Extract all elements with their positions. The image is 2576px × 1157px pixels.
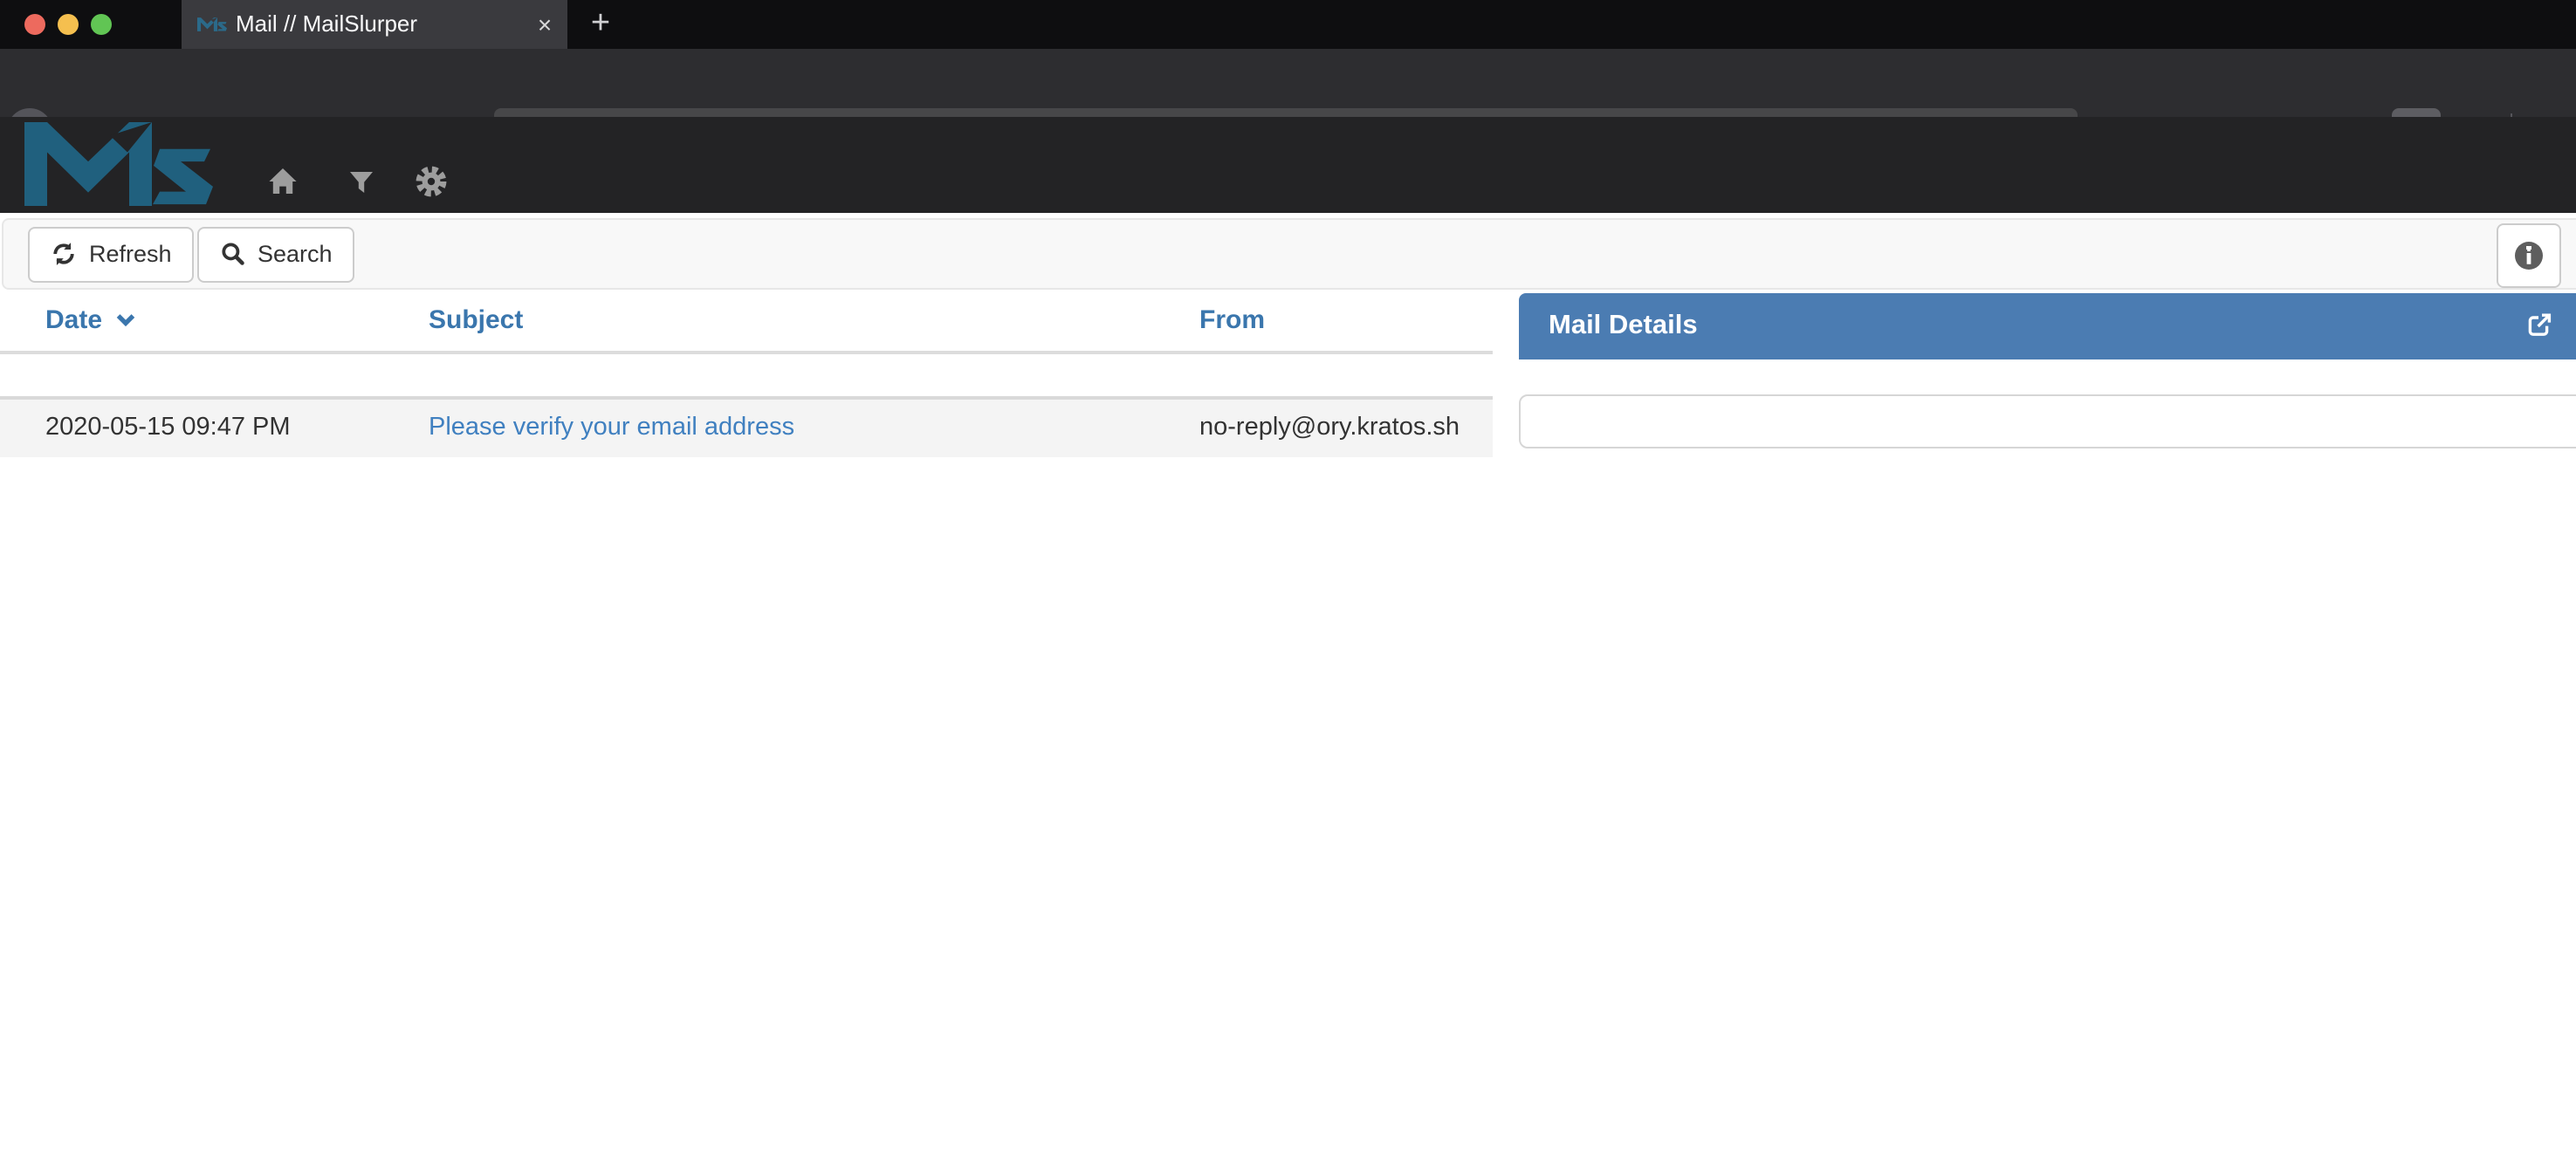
table-row-empty — [0, 358, 1493, 395]
window-close-button[interactable] — [24, 14, 45, 35]
new-tab-button[interactable]: + — [581, 5, 620, 44]
app-navbar — [0, 117, 2576, 212]
mailslurper-logo — [24, 121, 212, 205]
window-minimize-button[interactable] — [57, 14, 78, 35]
browser-toolbar: 127.0.0.1:4436 ••• — [0, 49, 2576, 117]
mail-subject-link[interactable]: Please verify your email address — [429, 399, 794, 456]
mailslurper-favicon-icon — [197, 16, 227, 33]
tab-title: Mail // MailSlurper — [236, 0, 417, 49]
mail-date: 2020-05-15 09:47 PM — [45, 399, 291, 456]
info-sign-icon — [2512, 238, 2545, 271]
screen: Mail // MailSlurper × + — [0, 0, 2576, 1157]
refresh-label: Refresh — [89, 241, 172, 267]
mail-details-panel-header: Mail Details — [1518, 292, 2576, 359]
column-header-subject[interactable]: Subject — [429, 305, 523, 335]
mail-list-header: Date Subject From — [0, 290, 1493, 353]
refresh-icon — [51, 241, 77, 267]
from-header-label: From — [1199, 305, 1265, 335]
subject-header-label: Subject — [429, 305, 523, 335]
date-header-label: Date — [45, 305, 102, 335]
column-header-from[interactable]: From — [1199, 305, 1265, 335]
refresh-button[interactable]: Refresh — [28, 226, 195, 282]
sort-chevron-down-icon — [114, 312, 135, 328]
nav-filter-icon[interactable] — [347, 168, 374, 195]
mail-details-content — [1518, 394, 2576, 448]
external-link-icon[interactable] — [2524, 310, 2553, 339]
table-row[interactable]: 2020-05-15 09:47 PM Please verify your e… — [0, 395, 1493, 456]
nav-home-icon[interactable] — [266, 166, 298, 195]
window-zoom-button[interactable] — [90, 14, 111, 35]
nav-settings-gear-icon[interactable] — [414, 163, 449, 198]
browser-tab[interactable]: Mail // MailSlurper × — [182, 0, 567, 49]
mail-from: no-reply@ory.kratos.sh — [1199, 399, 1460, 456]
mail-details-title: Mail Details — [1549, 292, 1698, 359]
search-icon — [219, 241, 245, 267]
browser-tab-bar: Mail // MailSlurper × + — [0, 0, 2576, 49]
search-button[interactable]: Search — [196, 226, 355, 282]
tab-close-icon[interactable]: × — [529, 9, 560, 40]
column-header-date[interactable]: Date — [45, 305, 135, 335]
search-label: Search — [258, 241, 333, 267]
action-toolbar: Refresh Search — [2, 218, 2576, 289]
info-button[interactable] — [2497, 222, 2561, 287]
